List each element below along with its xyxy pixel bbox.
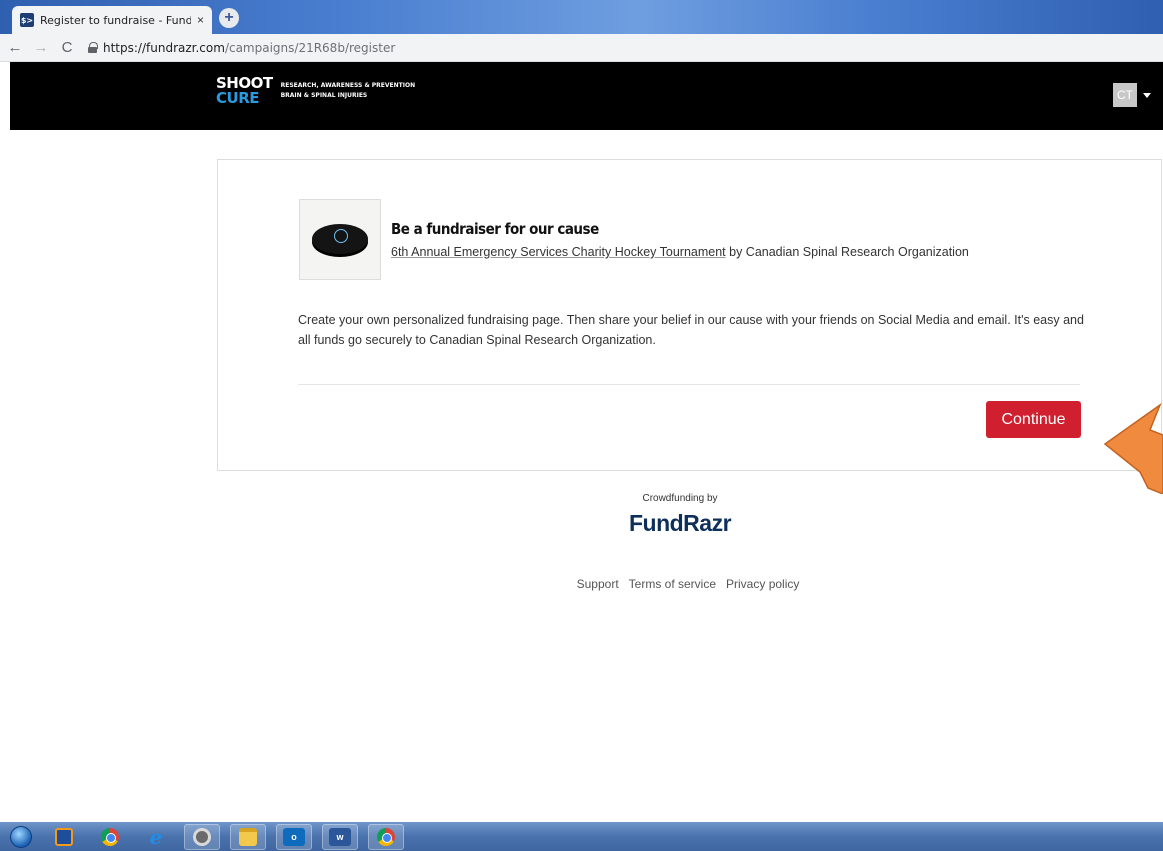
organization-text: by Canadian Spinal Research Organization (725, 245, 969, 259)
new-tab-button[interactable]: + (219, 8, 239, 28)
logo-mark: SHOOT CURE (216, 74, 273, 107)
url-field[interactable]: https://fundrazr.com/campaigns/21R68b/re… (88, 41, 395, 55)
taskbar-file-explorer[interactable] (230, 823, 266, 850)
url-path: /campaigns/21R68b/register (224, 40, 396, 55)
hockey-puck-image (312, 224, 368, 254)
reload-button[interactable]: C (56, 39, 78, 56)
back-button[interactable]: ← (4, 39, 26, 56)
crowdfunding-by-label: Crowdfunding by (642, 493, 718, 504)
forward-button[interactable]: → (30, 39, 52, 56)
campaign-thumbnail (299, 199, 381, 280)
start-button[interactable] (6, 824, 36, 850)
taskbar-outlook[interactable]: o (276, 823, 312, 850)
close-tab-icon[interactable]: × (197, 13, 204, 27)
outlook-icon: o (283, 827, 305, 846)
taskbar-internet-explorer[interactable]: e (138, 824, 174, 850)
footer-links: Support Terms of service Privacy policy (540, 577, 836, 591)
description: Create your own personalized fundraising… (298, 313, 1084, 347)
logo-tagline: RESEARCH, AWARENESS & PREVENTION BRAIN &… (280, 82, 416, 99)
divider (298, 384, 1080, 385)
chrome-icon (377, 827, 395, 846)
internet-explorer-icon: e (149, 824, 163, 849)
browser-tab-bar: $> Register to fundraise - FundRazr × + (0, 0, 1163, 34)
privacy-policy-link[interactable]: Privacy policy (726, 577, 799, 591)
ccleaner-icon (193, 827, 211, 846)
site-header: SHOOT CURE RESEARCH, AWARENESS & PREVENT… (10, 62, 1163, 130)
support-link[interactable]: Support (577, 577, 619, 591)
register-card: Be a fundraiser for our cause 6th Annual… (217, 159, 1162, 471)
taskbar-media-player[interactable] (46, 824, 82, 850)
windows-taskbar: e o w (0, 822, 1163, 851)
lock-icon[interactable] (88, 42, 98, 53)
taskbar-ccleaner[interactable] (184, 823, 220, 850)
taskbar-chrome[interactable] (92, 824, 128, 850)
campaign-subtitle: 6th Annual Emergency Services Charity Ho… (391, 245, 969, 259)
avatar[interactable]: CT (1113, 83, 1137, 107)
taskbar-chrome-active[interactable] (368, 823, 404, 850)
caret-down-icon[interactable] (1143, 92, 1151, 98)
file-explorer-icon (239, 827, 257, 846)
arrow-pointer-icon (1103, 402, 1163, 494)
word-icon: w (329, 827, 351, 846)
puck-logo (334, 229, 348, 243)
taskbar-word[interactable]: w (322, 823, 358, 850)
shoot-for-a-cure-logo[interactable]: SHOOT CURE RESEARCH, AWARENESS & PREVENT… (216, 76, 415, 106)
page-title: Be a fundraiser for our cause (391, 220, 599, 238)
browser-tab[interactable]: $> Register to fundraise - FundRazr × (12, 6, 212, 34)
address-bar: ← → C https://fundrazr.com/campaigns/21R… (0, 34, 1163, 62)
campaign-link[interactable]: 6th Annual Emergency Services Charity Ho… (391, 245, 726, 259)
fundrazr-logo[interactable]: FundRazr (560, 510, 800, 537)
user-menu[interactable]: CT (1113, 83, 1151, 107)
media-player-icon (55, 827, 73, 846)
fundrazr-favicon-icon: $> (20, 13, 34, 27)
continue-button[interactable]: Continue (986, 401, 1081, 438)
start-icon (10, 825, 32, 848)
chrome-icon (101, 827, 119, 846)
url-host: https://fundrazr.com (103, 40, 225, 55)
tab-title: Register to fundraise - FundRazr (40, 13, 191, 27)
terms-of-service-link[interactable]: Terms of service (629, 577, 716, 591)
